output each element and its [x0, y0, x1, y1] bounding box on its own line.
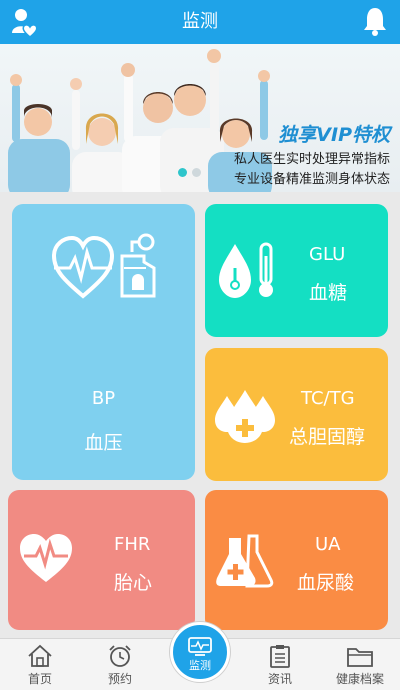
tile-fhr-name: 胎心 [114, 572, 153, 594]
tile-uric-acid[interactable]: UA 血尿酸 [205, 490, 388, 630]
banner-dot-active[interactable] [178, 168, 187, 177]
tab-news-label: 资讯 [267, 672, 292, 686]
banner-dot[interactable] [192, 168, 201, 177]
tab-news[interactable]: 资讯 [240, 639, 320, 690]
tile-bp-name: 血压 [84, 432, 123, 454]
tile-blood-glucose[interactable]: GLU 血糖 [205, 204, 388, 337]
heart-pulse-icon [20, 534, 72, 582]
tile-glu-name: 血糖 [309, 282, 348, 304]
banner-headline: 独享VIP特权 [278, 124, 390, 146]
tile-tc-name: 总胆固醇 [289, 426, 366, 448]
tab-records-label: 健康档案 [335, 672, 384, 686]
folder-icon [347, 648, 373, 667]
tile-fetal-heart-rate[interactable]: FHR 胎心 [8, 490, 195, 630]
page-title: 监测 [182, 11, 218, 32]
blood-drop-thermometer-icon [219, 242, 273, 298]
tile-fhr-code: FHR [114, 534, 151, 555]
tile-tc-code: TC/TG [301, 388, 355, 409]
tab-monitor-label: 监测 [189, 659, 211, 672]
clipboard-list-icon [270, 645, 290, 668]
tab-monitor[interactable]: 监测 [170, 622, 230, 682]
tile-glu-code: GLU [309, 244, 346, 265]
tab-home-label: 首页 [27, 672, 52, 686]
top-bar: 监测 [0, 0, 400, 44]
bell-icon[interactable] [362, 6, 388, 36]
banner-line-1: 私人医生实时处理异常指标 [233, 152, 390, 167]
tile-blood-pressure[interactable]: BP 血压 [12, 204, 195, 480]
tile-ua-name: 血尿酸 [297, 572, 355, 594]
banner-pagination [178, 168, 201, 177]
flask-icon [216, 534, 274, 588]
blood-drops-plus-icon [215, 390, 275, 443]
blood-pressure-monitor-icon [120, 233, 156, 298]
alarm-clock-icon [109, 645, 131, 667]
home-icon [28, 644, 52, 667]
heart-pulse-icon [52, 235, 114, 299]
tab-appointment[interactable]: 预约 [80, 639, 160, 690]
banner-line-2: 专业设备精准监测身体状态 [233, 172, 390, 187]
tile-cholesterol[interactable]: TC/TG 总胆固醇 [205, 348, 388, 481]
monitor-pulse-icon [188, 637, 212, 656]
tab-home[interactable]: 首页 [0, 639, 80, 690]
promo-banner[interactable]: 独享VIP特权 私人医生实时处理异常指标 专业设备精准监测身体状态 [0, 44, 400, 192]
tile-ua-code: UA [315, 534, 341, 555]
tab-appointment-label: 预约 [107, 672, 132, 686]
tab-health-records[interactable]: 健康档案 [320, 639, 400, 690]
tile-bp-code: BP [91, 388, 116, 409]
